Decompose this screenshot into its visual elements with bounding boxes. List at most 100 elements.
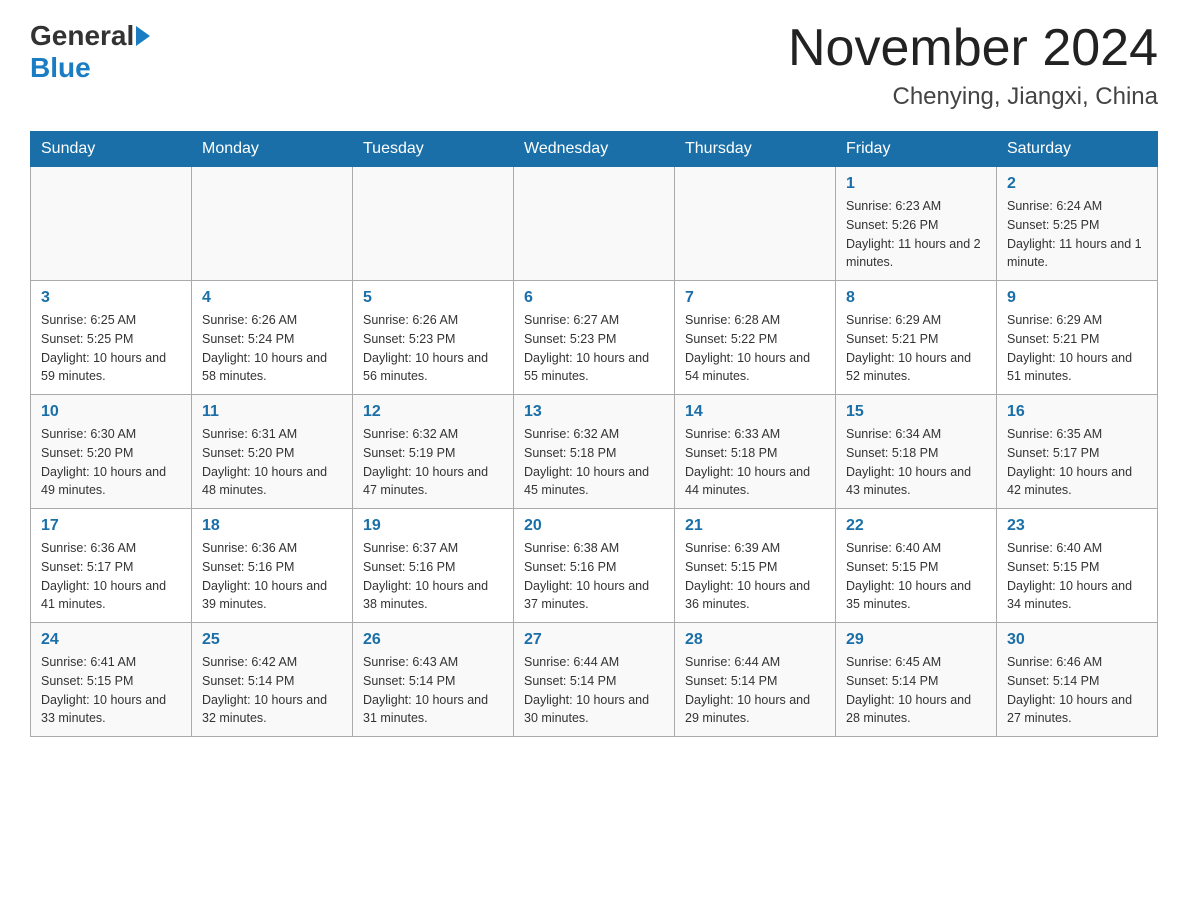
day-info: Sunrise: 6:36 AM Sunset: 5:17 PM Dayligh… (41, 539, 181, 614)
logo: General Blue (30, 20, 152, 84)
calendar-cell: 28 Sunrise: 6:44 AM Sunset: 5:14 PM Dayli… (675, 623, 836, 737)
day-number: 28 (685, 631, 825, 649)
day-info: Sunrise: 6:25 AM Sunset: 5:25 PM Dayligh… (41, 311, 181, 386)
day-of-week-header: Friday (836, 132, 997, 167)
day-number: 30 (1007, 631, 1147, 649)
day-info: Sunrise: 6:26 AM Sunset: 5:24 PM Dayligh… (202, 311, 342, 386)
day-number: 21 (685, 517, 825, 535)
calendar-cell (514, 167, 675, 281)
day-info: Sunrise: 6:40 AM Sunset: 5:15 PM Dayligh… (1007, 539, 1147, 614)
day-number: 18 (202, 517, 342, 535)
day-number: 4 (202, 289, 342, 307)
calendar-cell: 17 Sunrise: 6:36 AM Sunset: 5:17 PM Dayli… (31, 509, 192, 623)
day-of-week-header: Saturday (997, 132, 1158, 167)
day-number: 9 (1007, 289, 1147, 307)
calendar-cell: 26 Sunrise: 6:43 AM Sunset: 5:14 PM Dayli… (353, 623, 514, 737)
calendar-cell: 2 Sunrise: 6:24 AM Sunset: 5:25 PM Daylig… (997, 167, 1158, 281)
day-number: 19 (363, 517, 503, 535)
day-info: Sunrise: 6:44 AM Sunset: 5:14 PM Dayligh… (685, 653, 825, 728)
calendar-cell: 9 Sunrise: 6:29 AM Sunset: 5:21 PM Daylig… (997, 281, 1158, 395)
day-number: 10 (41, 403, 181, 421)
day-info: Sunrise: 6:28 AM Sunset: 5:22 PM Dayligh… (685, 311, 825, 386)
calendar-cell (353, 167, 514, 281)
calendar-cell: 10 Sunrise: 6:30 AM Sunset: 5:20 PM Dayli… (31, 395, 192, 509)
day-number: 12 (363, 403, 503, 421)
day-info: Sunrise: 6:39 AM Sunset: 5:15 PM Dayligh… (685, 539, 825, 614)
month-title: November 2024 (788, 20, 1158, 77)
calendar-cell: 19 Sunrise: 6:37 AM Sunset: 5:16 PM Dayli… (353, 509, 514, 623)
calendar-cell: 16Sunrise: 6:35 AM Sunset: 5:17 PM Dayli… (997, 395, 1158, 509)
day-number: 8 (846, 289, 986, 307)
day-number: 29 (846, 631, 986, 649)
calendar-cell: 4 Sunrise: 6:26 AM Sunset: 5:24 PM Daylig… (192, 281, 353, 395)
day-info: Sunrise: 6:44 AM Sunset: 5:14 PM Dayligh… (524, 653, 664, 728)
day-number: 2 (1007, 175, 1147, 193)
page-header: General Blue November 2024 Chenying, Jia… (30, 20, 1158, 111)
calendar-cell: 25Sunrise: 6:42 AM Sunset: 5:14 PM Dayli… (192, 623, 353, 737)
day-number: 6 (524, 289, 664, 307)
calendar-week-row: 1 Sunrise: 6:23 AM Sunset: 5:26 PM Daylig… (31, 167, 1158, 281)
day-info: Sunrise: 6:43 AM Sunset: 5:14 PM Dayligh… (363, 653, 503, 728)
day-info: Sunrise: 6:36 AM Sunset: 5:16 PM Dayligh… (202, 539, 342, 614)
day-of-week-header: Monday (192, 132, 353, 167)
calendar-cell: 24 Sunrise: 6:41 AM Sunset: 5:15 PM Dayli… (31, 623, 192, 737)
day-of-week-header: Wednesday (514, 132, 675, 167)
calendar-cell: 6 Sunrise: 6:27 AM Sunset: 5:23 PM Daylig… (514, 281, 675, 395)
day-info: Sunrise: 6:45 AM Sunset: 5:14 PM Dayligh… (846, 653, 986, 728)
day-info: Sunrise: 6:32 AM Sunset: 5:19 PM Dayligh… (363, 425, 503, 500)
calendar-week-row: 3Sunrise: 6:25 AM Sunset: 5:25 PM Daylig… (31, 281, 1158, 395)
logo-arrow-icon (136, 26, 150, 46)
calendar-cell: 27 Sunrise: 6:44 AM Sunset: 5:14 PM Dayli… (514, 623, 675, 737)
day-number: 17 (41, 517, 181, 535)
day-info: Sunrise: 6:30 AM Sunset: 5:20 PM Dayligh… (41, 425, 181, 500)
calendar-header-row: SundayMondayTuesdayWednesdayThursdayFrid… (31, 132, 1158, 167)
calendar-cell (675, 167, 836, 281)
day-info: Sunrise: 6:23 AM Sunset: 5:26 PM Dayligh… (846, 197, 986, 272)
calendar-cell: 14 Sunrise: 6:33 AM Sunset: 5:18 PM Dayli… (675, 395, 836, 509)
calendar-week-row: 10 Sunrise: 6:30 AM Sunset: 5:20 PM Dayli… (31, 395, 1158, 509)
day-info: Sunrise: 6:33 AM Sunset: 5:18 PM Dayligh… (685, 425, 825, 500)
calendar-cell: 23Sunrise: 6:40 AM Sunset: 5:15 PM Dayli… (997, 509, 1158, 623)
day-info: Sunrise: 6:29 AM Sunset: 5:21 PM Dayligh… (1007, 311, 1147, 386)
day-number: 26 (363, 631, 503, 649)
day-info: Sunrise: 6:34 AM Sunset: 5:18 PM Dayligh… (846, 425, 986, 500)
calendar-cell: 7Sunrise: 6:28 AM Sunset: 5:22 PM Daylig… (675, 281, 836, 395)
calendar-cell: 29 Sunrise: 6:45 AM Sunset: 5:14 PM Dayli… (836, 623, 997, 737)
day-number: 14 (685, 403, 825, 421)
day-info: Sunrise: 6:31 AM Sunset: 5:20 PM Dayligh… (202, 425, 342, 500)
day-info: Sunrise: 6:37 AM Sunset: 5:16 PM Dayligh… (363, 539, 503, 614)
day-number: 11 (202, 403, 342, 421)
day-number: 27 (524, 631, 664, 649)
day-of-week-header: Tuesday (353, 132, 514, 167)
day-info: Sunrise: 6:32 AM Sunset: 5:18 PM Dayligh… (524, 425, 664, 500)
day-number: 22 (846, 517, 986, 535)
day-info: Sunrise: 6:40 AM Sunset: 5:15 PM Dayligh… (846, 539, 986, 614)
calendar-cell: 18 Sunrise: 6:36 AM Sunset: 5:16 PM Dayli… (192, 509, 353, 623)
calendar-cell (31, 167, 192, 281)
day-number: 15 (846, 403, 986, 421)
day-info: Sunrise: 6:38 AM Sunset: 5:16 PM Dayligh… (524, 539, 664, 614)
calendar-table: SundayMondayTuesdayWednesdayThursdayFrid… (30, 131, 1158, 737)
day-info: Sunrise: 6:29 AM Sunset: 5:21 PM Dayligh… (846, 311, 986, 386)
calendar-cell: 13Sunrise: 6:32 AM Sunset: 5:18 PM Dayli… (514, 395, 675, 509)
day-number: 5 (363, 289, 503, 307)
day-info: Sunrise: 6:27 AM Sunset: 5:23 PM Dayligh… (524, 311, 664, 386)
day-number: 24 (41, 631, 181, 649)
calendar-cell (192, 167, 353, 281)
day-number: 16 (1007, 403, 1147, 421)
day-number: 20 (524, 517, 664, 535)
day-number: 25 (202, 631, 342, 649)
calendar-cell: 8 Sunrise: 6:29 AM Sunset: 5:21 PM Daylig… (836, 281, 997, 395)
calendar-cell: 22 Sunrise: 6:40 AM Sunset: 5:15 PM Dayli… (836, 509, 997, 623)
day-of-week-header: Sunday (31, 132, 192, 167)
day-info: Sunrise: 6:24 AM Sunset: 5:25 PM Dayligh… (1007, 197, 1147, 272)
calendar-cell: 5 Sunrise: 6:26 AM Sunset: 5:23 PM Daylig… (353, 281, 514, 395)
calendar-cell: 11 Sunrise: 6:31 AM Sunset: 5:20 PM Dayli… (192, 395, 353, 509)
day-info: Sunrise: 6:26 AM Sunset: 5:23 PM Dayligh… (363, 311, 503, 386)
day-number: 1 (846, 175, 986, 193)
logo-blue-text: Blue (30, 52, 91, 84)
title-area: November 2024 Chenying, Jiangxi, China (788, 20, 1158, 111)
calendar-cell: 21 Sunrise: 6:39 AM Sunset: 5:15 PM Dayli… (675, 509, 836, 623)
calendar-week-row: 17 Sunrise: 6:36 AM Sunset: 5:17 PM Dayli… (31, 509, 1158, 623)
day-info: Sunrise: 6:41 AM Sunset: 5:15 PM Dayligh… (41, 653, 181, 728)
